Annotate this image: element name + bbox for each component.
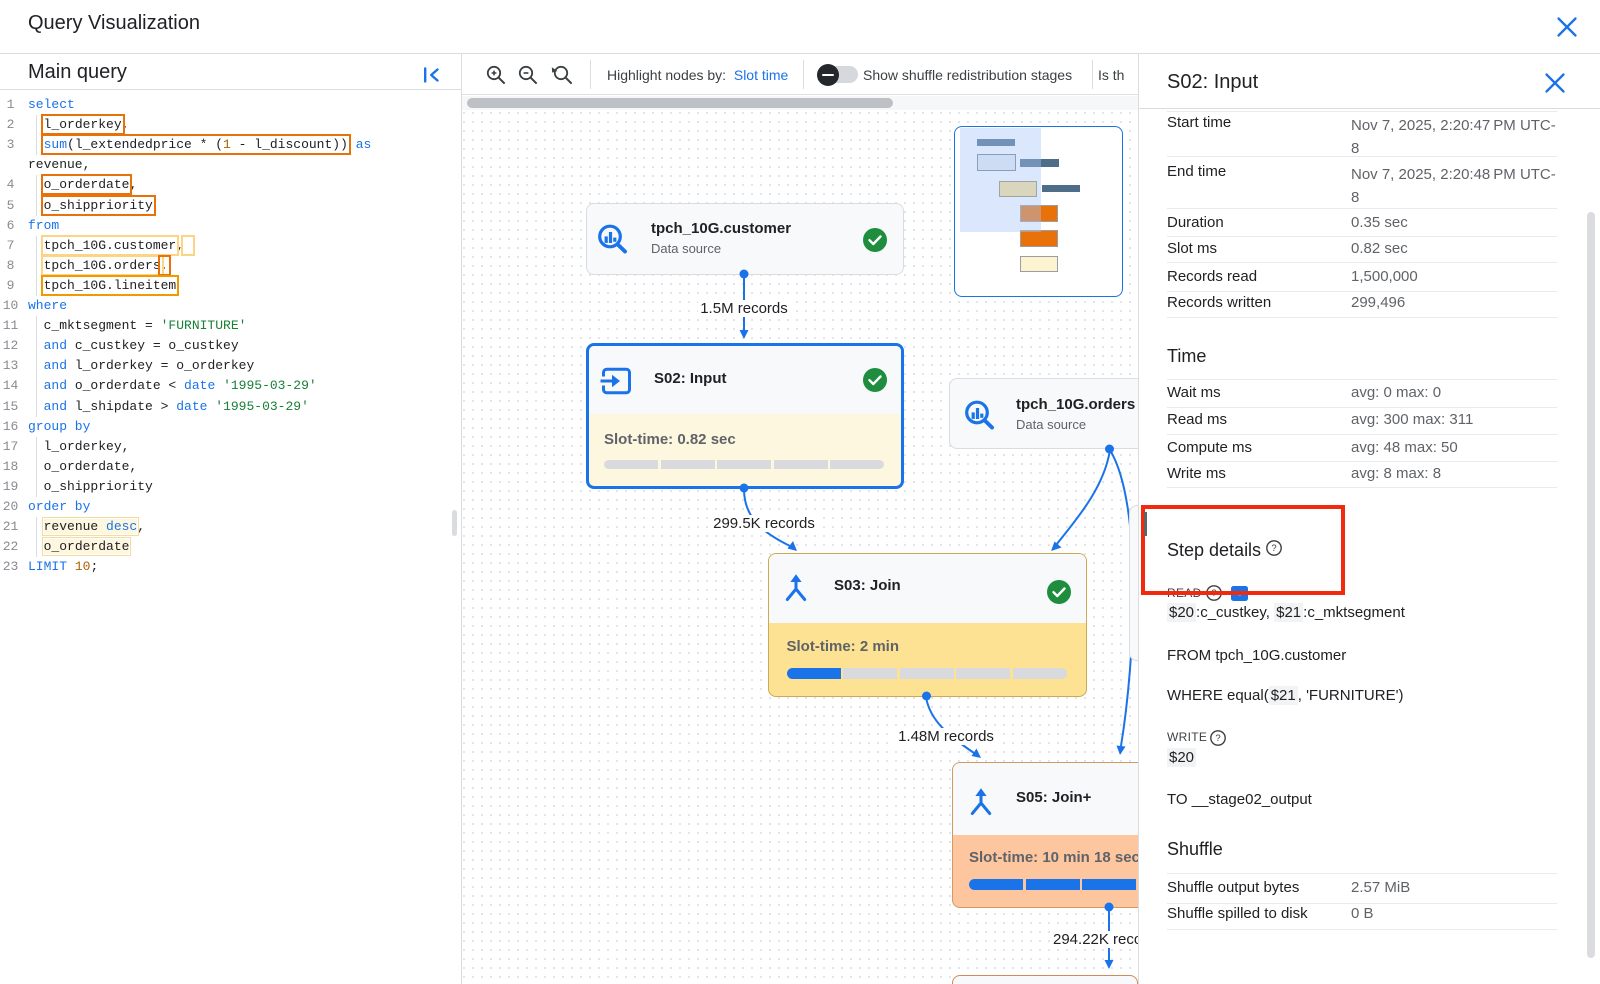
svg-text:?: ? xyxy=(1215,733,1220,744)
